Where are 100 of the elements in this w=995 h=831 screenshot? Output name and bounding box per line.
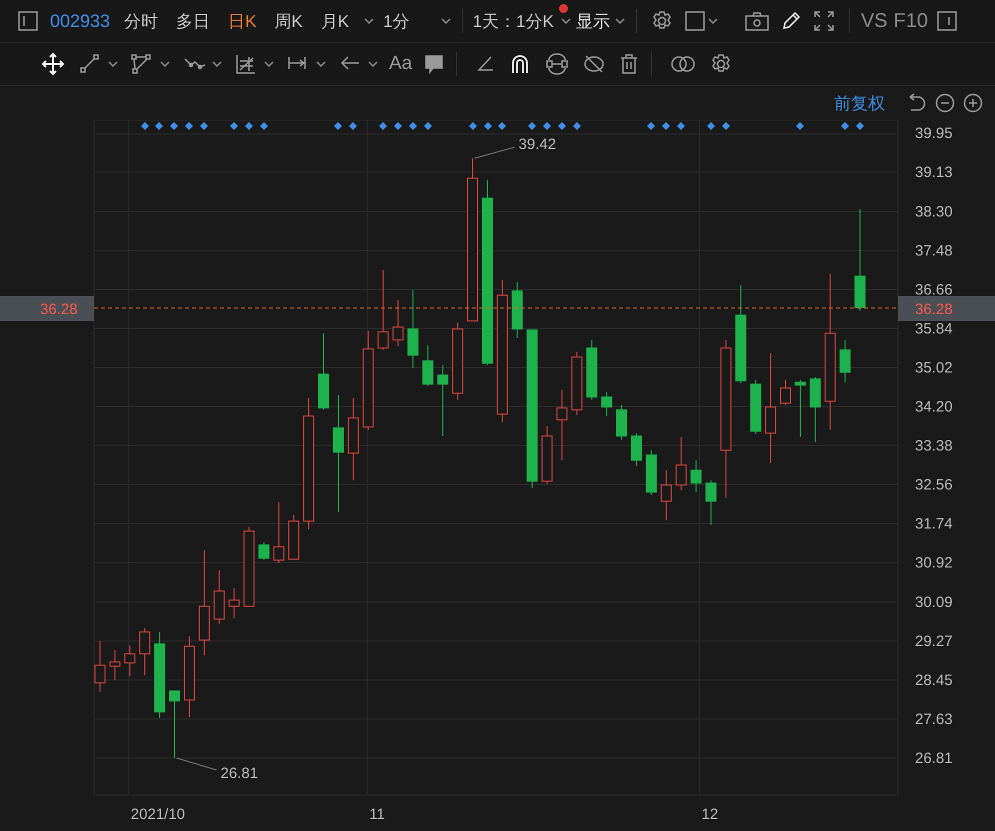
chevron-down-icon[interactable] [706, 16, 719, 26]
period-tab[interactable]: 月K [314, 10, 356, 32]
event-marker-icon[interactable] [498, 122, 506, 130]
angle-icon[interactable] [475, 54, 496, 74]
date-axis-label: 11 [369, 806, 385, 823]
chevron-down-icon[interactable] [367, 59, 379, 69]
event-marker-icon[interactable] [349, 122, 357, 130]
event-marker-icon[interactable] [558, 122, 566, 130]
camera-icon[interactable] [744, 11, 769, 31]
price-axis-label: 39.13 [915, 164, 953, 181]
event-marker-icon[interactable] [677, 122, 685, 130]
event-marker-icon[interactable] [170, 122, 178, 130]
event-marker-icon[interactable] [334, 122, 342, 130]
event-marker-icon[interactable] [469, 122, 477, 130]
undo-icon[interactable] [907, 93, 927, 113]
zoom-in-icon[interactable] [963, 93, 983, 113]
price-axis-label: 36.66 [915, 282, 953, 298]
event-marker-icon[interactable] [722, 122, 730, 130]
display-menu[interactable]: 显示 [574, 10, 612, 32]
event-marker-icon[interactable] [200, 122, 208, 130]
candlestick [392, 299, 404, 347]
link-icon[interactable] [545, 53, 570, 75]
chevron-down-icon[interactable] [363, 16, 376, 26]
event-marker-icon[interactable] [543, 122, 551, 130]
chevron-down-icon[interactable] [159, 59, 171, 69]
candlestick [750, 379, 762, 435]
comment-icon[interactable] [424, 54, 444, 74]
fullscreen-icon[interactable] [812, 10, 835, 32]
chevron-down-icon[interactable] [315, 59, 327, 69]
chevron-down-icon[interactable] [560, 16, 572, 26]
chevron-down-icon[interactable] [614, 16, 626, 26]
event-marker-icon[interactable] [260, 122, 268, 130]
settings-icon[interactable] [710, 53, 732, 75]
event-marker-icon[interactable] [841, 122, 849, 130]
period-tab[interactable]: 日K [222, 10, 262, 32]
event-marker-icon[interactable] [573, 122, 581, 130]
chevron-down-icon[interactable] [263, 59, 275, 69]
price-axis-label: 28.45 [915, 672, 953, 689]
leader-line [176, 758, 217, 770]
trash-icon[interactable] [619, 53, 640, 75]
chevron-down-icon[interactable] [107, 59, 119, 69]
period-tab[interactable]: 周K [268, 10, 309, 32]
chevron-down-icon[interactable] [211, 59, 223, 69]
zoom-out-icon[interactable] [935, 93, 955, 113]
candlestick [422, 344, 434, 387]
date-axis-label: 2021/10 [130, 806, 186, 823]
low-price-label: 26.81 [220, 765, 258, 782]
event-marker-icon[interactable] [230, 122, 238, 130]
price-axis-label: 27.63 [915, 711, 953, 728]
polygon-tool-icon[interactable] [131, 53, 153, 75]
price-adjustment-link[interactable]: 前复权 [834, 92, 885, 114]
interval-dropdown[interactable]: 1天：1分K [470, 10, 558, 32]
price-axis-label: 38.30 [915, 203, 953, 220]
date-axis-label: 12 [702, 806, 718, 823]
event-marker-icon[interactable] [379, 122, 387, 130]
candlestick [794, 379, 806, 438]
price-axis-label: 35.84 [915, 320, 953, 338]
event-marker-icon[interactable] [707, 122, 715, 130]
chevron-down-icon[interactable] [440, 16, 452, 26]
event-marker-icon[interactable] [424, 122, 432, 130]
candlestick [139, 628, 150, 676]
panel-toggle-icon[interactable] [936, 11, 957, 31]
pencil-icon[interactable] [780, 11, 801, 31]
price-axis-label: 37.48 [915, 242, 953, 260]
move-icon[interactable] [41, 52, 65, 76]
line-tool-icon[interactable] [79, 53, 101, 75]
candlestick [630, 432, 642, 466]
event-marker-icon[interactable] [528, 122, 536, 130]
event-marker-icon[interactable] [155, 122, 163, 130]
event-marker-icon[interactable] [796, 122, 804, 130]
fibonacci-tool-icon[interactable] [235, 53, 257, 75]
event-marker-icon[interactable] [647, 122, 655, 130]
square-icon[interactable] [684, 11, 705, 31]
candlestick [705, 480, 716, 526]
price-axis-label: 33.38 [915, 438, 953, 454]
candlestick [512, 281, 523, 338]
settings-icon[interactable] [650, 10, 673, 32]
period-tab[interactable]: 多日 [170, 10, 216, 32]
period-tab[interactable]: 分时 [118, 10, 164, 32]
event-marker-icon[interactable] [394, 122, 402, 130]
overlap-circles-icon[interactable] [670, 54, 696, 74]
candlestick [288, 514, 300, 560]
event-marker-icon[interactable] [856, 122, 864, 130]
text-tool-button[interactable]: Aa [387, 53, 414, 75]
event-marker-icon[interactable] [141, 122, 149, 130]
price-axis-label: 31.74 [915, 516, 953, 532]
event-marker-icon[interactable] [409, 122, 417, 130]
event-marker-icon[interactable] [662, 122, 670, 130]
event-marker-icon[interactable] [245, 122, 253, 130]
event-marker-icon[interactable] [484, 122, 492, 130]
candlestick [780, 379, 791, 406]
candlestick [258, 542, 270, 561]
panel-toggle-icon[interactable] [18, 11, 38, 31]
event-marker-icon[interactable] [185, 122, 193, 130]
stock-code[interactable]: 002933 [50, 10, 110, 32]
candlestick [124, 644, 136, 677]
hide-icon[interactable] [583, 53, 606, 75]
period-tab[interactable]: 1分 [377, 10, 416, 32]
compare-button[interactable]: VS [858, 10, 891, 32]
f10-button[interactable]: F10 [890, 10, 931, 32]
